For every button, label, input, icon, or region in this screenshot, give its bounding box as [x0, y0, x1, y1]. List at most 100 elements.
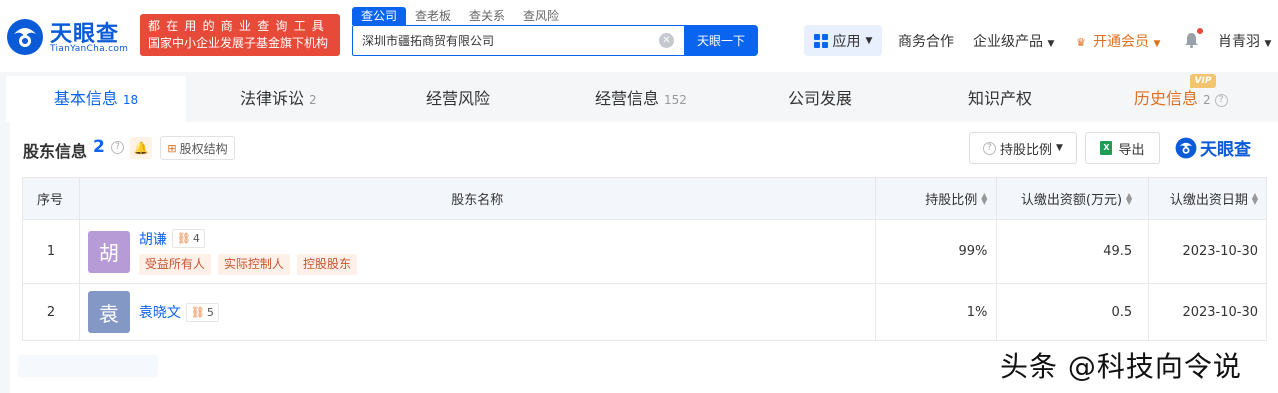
caret-down-icon: ▼	[1153, 39, 1161, 49]
tag-beneficial-owner: 受益所有人	[138, 253, 211, 275]
row-index: 1	[46, 244, 56, 259]
nav-vip-label: 开通会员	[1093, 34, 1149, 50]
clear-icon[interactable]: ✕	[659, 33, 674, 48]
header-amount-label: 认缴出资额(万元)	[1020, 193, 1123, 208]
apps-menu-button[interactable]: 应用 ▼	[804, 25, 882, 56]
search-tab-risk[interactable]: 查风险	[514, 7, 568, 25]
tab-label: 知识产权	[968, 89, 1033, 108]
structure-icon: ⊞	[167, 141, 177, 155]
header-index: 序号	[37, 193, 64, 208]
person-info: 胡谦 ⛓ 4 受益所有人 实际控制人 控股股东	[138, 229, 357, 275]
tab-label: 基本信息	[53, 89, 118, 108]
company-tabs: 基本信息 18 法律诉讼 2 经营风险 经营信息 152 公司发展 知识产权 历史信息…	[0, 76, 1278, 122]
tag-list: 受益所有人 实际控制人 控股股东	[138, 253, 357, 275]
tianyancha-logo-icon	[7, 19, 43, 55]
nav-enterprise-label: 企业级产品	[973, 34, 1043, 50]
avatar[interactable]: 胡	[87, 230, 130, 273]
tab-count: 2	[1203, 93, 1211, 107]
tab-label: 历史信息	[1134, 89, 1199, 108]
slogan-banner: 都在用的商业查询工具 国家中小企业发展子基金旗下机构	[140, 14, 340, 56]
header-ratio[interactable]: 持股比例 ▲ ▼	[874, 178, 997, 219]
amount-cell: 49.5	[996, 220, 1148, 283]
equity-label: 股权结构	[179, 141, 228, 156]
search-box: ✕ 天眼一下	[352, 25, 758, 56]
shareholder-cell: 胡 胡谦 ⛓ 4 受益所有人 实际控制人 控股股东	[78, 220, 875, 283]
shareholder-name-link[interactable]: 胡谦	[139, 229, 167, 249]
tab-label: 法律诉讼	[240, 89, 305, 108]
relation-count: 4	[192, 232, 200, 245]
date-cell: 2023-10-30	[1148, 220, 1266, 283]
apps-label: 应用	[832, 33, 861, 50]
tab-label: 公司发展	[788, 89, 853, 108]
brand-watermark: 天眼查	[1175, 135, 1251, 160]
caret-down-icon: ▼	[1264, 39, 1272, 49]
tab-development[interactable]: 公司发展	[788, 76, 852, 122]
shareholder-name-link[interactable]: 袁晓文	[139, 302, 181, 322]
help-icon[interactable]: ?	[111, 141, 124, 154]
search-tab-company[interactable]: 查公司	[352, 7, 407, 25]
shareholder-cell: 袁 袁晓文 ⛓ 5	[78, 284, 875, 340]
header-date[interactable]: 认缴出资日期 ▲ ▼	[1148, 178, 1266, 219]
table-header-row: 序号 股东名称 持股比例 ▲ ▼ 认缴出资额(万元) ▲ ▼ 认缴出资日期 ▲ ▼	[23, 178, 1266, 219]
caret-down-icon: ▼	[1056, 143, 1063, 153]
search-input[interactable]	[353, 26, 683, 55]
section-title: 股东信息	[23, 142, 88, 161]
tab-legal[interactable]: 法律诉讼 2	[240, 76, 317, 122]
tag-controlling-shareholder: 控股股东	[296, 253, 357, 275]
amount-cell: 0.5	[996, 284, 1148, 340]
row-index: 2	[46, 304, 56, 320]
crown-icon: ♛	[1076, 36, 1086, 49]
help-icon: ?	[983, 141, 997, 155]
slogan-line-1: 都在用的商业查询工具	[148, 19, 331, 33]
export-label: 导出	[1118, 142, 1145, 158]
ratio-cell: 99%	[874, 220, 997, 283]
relation-icon: ⛓	[176, 232, 191, 245]
relation-badge[interactable]: ⛓ 5	[185, 302, 219, 322]
logo-subtext: TianYanCha.com	[50, 44, 129, 54]
date-cell: 2023-10-30	[1148, 284, 1266, 340]
search-tab-boss[interactable]: 查老板	[406, 7, 460, 25]
table-row: 1 胡 胡谦 ⛓ 4 受益所有人 实际控制人 控股股东 99% 49.5 202…	[23, 219, 1266, 283]
tab-count: 18	[122, 93, 139, 107]
relation-badge[interactable]: ⛓ 4	[171, 229, 205, 248]
tab-basic-info[interactable]: 基本信息 18	[6, 76, 186, 122]
bell-icon: 🔔	[133, 141, 149, 155]
search-button[interactable]: 天眼一下	[684, 25, 758, 56]
monitor-bell-button[interactable]: 🔔	[130, 137, 152, 159]
vip-badge: VIP	[1190, 74, 1216, 88]
tab-business-risk[interactable]: 经营风险	[426, 76, 490, 122]
ratio-cell: 1%	[874, 284, 997, 340]
brand-text: 天眼查	[1200, 140, 1251, 160]
help-icon[interactable]: ?	[1214, 94, 1228, 107]
avatar[interactable]: 袁	[87, 291, 130, 333]
holding-ratio-dropdown[interactable]: ? 持股比例 ▼	[969, 132, 1077, 164]
person-info: 袁晓文 ⛓ 5	[139, 302, 219, 322]
tag-actual-controller: 实际控制人	[217, 253, 290, 275]
export-button[interactable]: X 导出	[1085, 132, 1160, 164]
tab-label: 经营信息	[595, 89, 660, 108]
notification-bell-icon[interactable]	[1184, 32, 1199, 48]
nav-vip[interactable]: ♛ 开通会员 ▼	[1076, 31, 1160, 51]
relation-count: 5	[206, 305, 214, 319]
notification-dot	[1197, 28, 1203, 34]
blurred-row	[18, 355, 158, 377]
header-amount[interactable]: 认缴出资额(万元) ▲ ▼	[996, 178, 1148, 219]
tab-ip[interactable]: 知识产权	[968, 76, 1032, 122]
source-watermark: 头条 @科技向令说	[1000, 350, 1242, 383]
header-ratio-label: 持股比例	[925, 193, 978, 208]
logo[interactable]: 天眼查 TianYanCha.com	[6, 14, 136, 58]
user-name: 肖青羽	[1218, 34, 1260, 50]
user-menu[interactable]: 肖青羽 ▼	[1218, 31, 1271, 51]
grid-icon	[813, 33, 828, 48]
nav-business-cooperation[interactable]: 商务合作	[898, 31, 954, 51]
header-date-label: 认缴出资日期	[1169, 193, 1248, 208]
tab-business-info[interactable]: 经营信息 152	[595, 76, 687, 122]
top-header: 天眼查 TianYanCha.com 都在用的商业查询工具 国家中小企业发展子基…	[0, 0, 1278, 72]
table-row: 2 袁 袁晓文 ⛓ 5 1% 0.5 2023-10-30	[23, 283, 1266, 340]
equity-structure-button[interactable]: ⊞ 股权结构	[160, 136, 235, 160]
relation-icon: ⛓	[190, 305, 205, 319]
search-tab-relation[interactable]: 查关系	[460, 7, 514, 25]
nav-enterprise-products[interactable]: 企业级产品 ▼	[973, 31, 1054, 51]
section-count: 2	[93, 137, 105, 157]
search-tabs: 查公司 查老板 查关系 查风险	[352, 7, 568, 25]
